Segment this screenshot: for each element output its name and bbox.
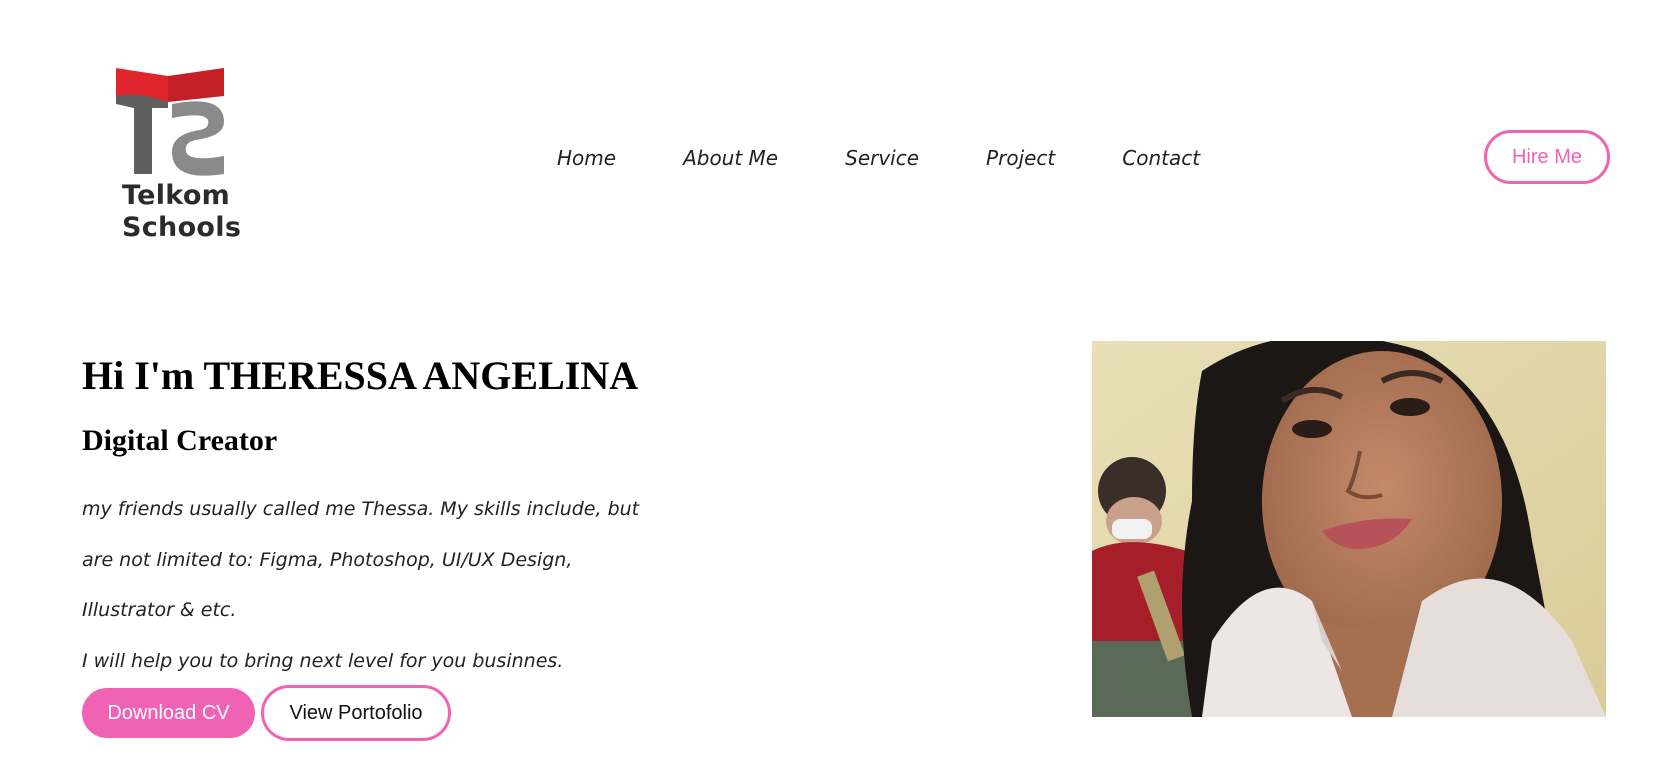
hero-title: Hi I'm THERESSA ANGELINA	[82, 353, 639, 398]
hero-desc-line: I will help you to bring next level for …	[82, 649, 564, 672]
nav-contact[interactable]: Contact	[1122, 146, 1200, 170]
hero-desc-line: my friends usually called me Thessa. My …	[82, 498, 640, 520]
hero-description: my friends usually called me Thessa. My …	[82, 484, 682, 686]
hero-subtitle: Digital Creator	[82, 424, 278, 457]
logo-book-icon	[116, 68, 224, 176]
nav-project[interactable]: Project	[986, 146, 1055, 170]
download-cv-button[interactable]: Download CV	[82, 688, 255, 738]
nav-service[interactable]: Service	[845, 146, 919, 170]
hero-actions: Download CV View Portofolio	[82, 685, 451, 741]
hire-me-button[interactable]: Hire Me	[1484, 130, 1610, 184]
profile-photo	[1092, 341, 1606, 717]
hero-desc-line: are not limited to: Figma, Photoshop, UI…	[82, 548, 573, 571]
main-nav: Home About Me Service Project Contact	[557, 142, 1200, 174]
hero-desc-line: Illustrator & etc.	[82, 599, 237, 621]
view-portfolio-button[interactable]: View Portofolio	[261, 685, 451, 741]
logo-text-telkom: Telkom	[122, 180, 231, 211]
nav-about-me[interactable]: About Me	[683, 146, 778, 170]
logo-text-schools: Schools	[122, 212, 242, 243]
telkom-schools-logo[interactable]: Telkom Schools	[112, 64, 242, 254]
logo-wordmark: Telkom Schools	[122, 180, 242, 244]
nav-home[interactable]: Home	[557, 146, 616, 170]
